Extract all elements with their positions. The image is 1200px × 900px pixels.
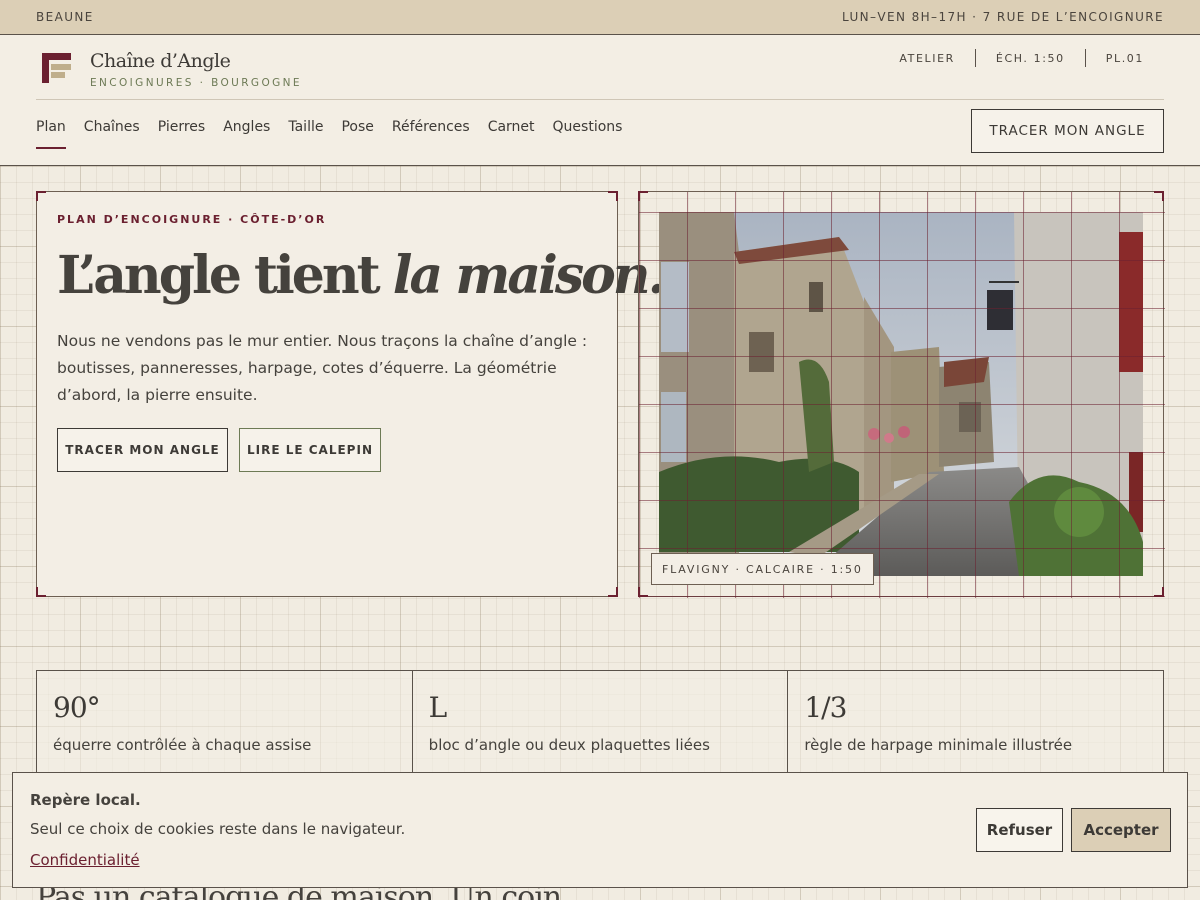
hero-title-italic: la maison.	[392, 245, 666, 306]
meta-scale: ÉCH. 1:50	[995, 51, 1065, 65]
village-street-photo	[659, 212, 1143, 576]
corner-mark-icon	[608, 191, 618, 201]
nav-item-pose[interactable]: Pose	[341, 119, 373, 149]
nav-item-angles[interactable]: Angles	[223, 119, 270, 149]
header-cta-button[interactable]: TRACER MON ANGLE	[971, 109, 1164, 153]
nav-item-chaines[interactable]: Chaînes	[84, 119, 140, 149]
logo-icon	[42, 53, 72, 85]
hero-description: Nous ne vendons pas le mur entier. Nous …	[57, 332, 588, 404]
hero-photo-panel: FLAVIGNY · CALCAIRE · 1:50	[638, 191, 1165, 598]
corner-mark-icon	[608, 587, 618, 597]
stat-value: 90°	[53, 691, 101, 724]
hero-actions: TRACER MON ANGLE LIRE LE CALEPIN	[57, 428, 381, 472]
corner-mark-icon	[1154, 587, 1164, 597]
top-info-bar: BEAUNE LUN–VEN 8H–17H · 7 RUE DE L’ENCOI…	[0, 0, 1200, 35]
nav-item-questions[interactable]: Questions	[553, 119, 623, 149]
brand-logo-link[interactable]: Chaîne d’Angle ENCOIGNURES · BOURGOGNE	[42, 51, 302, 89]
stat-label: équerre contrôlée à chaque assise	[53, 736, 312, 754]
stat-value: 1/3	[804, 691, 847, 724]
read-calepin-button[interactable]: LIRE LE CALEPIN	[239, 428, 381, 472]
meta-atelier: ATELIER	[899, 51, 955, 65]
site-header: Chaîne d’Angle ENCOIGNURES · BOURGOGNE A…	[0, 35, 1200, 166]
main-nav: Plan Chaînes Pierres Angles Taille Pose …	[36, 119, 640, 149]
nav-item-carnet[interactable]: Carnet	[488, 119, 535, 149]
corner-mark-icon	[1154, 191, 1164, 201]
corner-mark-icon	[36, 191, 46, 201]
stat-value: L	[428, 691, 448, 724]
brand-name: Chaîne d’Angle	[90, 50, 231, 72]
nav-item-taille[interactable]: Taille	[288, 119, 323, 149]
header-divider	[36, 99, 1164, 100]
corner-mark-icon	[36, 587, 46, 597]
photo-caption: FLAVIGNY · CALCAIRE · 1:50	[651, 553, 874, 585]
accept-cookies-button[interactable]: Accepter	[1071, 808, 1171, 852]
corner-mark-icon	[638, 191, 648, 201]
stat-label: bloc d’angle ou deux plaquettes liées	[428, 736, 710, 754]
hero-title-plain: L’angle tient	[57, 245, 393, 306]
nav-item-pierres[interactable]: Pierres	[158, 119, 206, 149]
hero-panel: PLAN D’ENCOIGNURE · CÔTE-D’OR L’angle ti…	[36, 191, 666, 597]
nav-item-references[interactable]: Références	[392, 119, 470, 149]
stat-label: règle de harpage minimale illustrée	[804, 736, 1073, 754]
city-label: BEAUNE	[36, 10, 94, 24]
cookie-title: Repère local.	[30, 791, 141, 809]
nav-item-plan[interactable]: Plan	[36, 119, 66, 149]
hero-title: L’angle tient la maison.	[57, 245, 666, 306]
trace-angle-button[interactable]: TRACER MON ANGLE	[57, 428, 228, 472]
plan-meta: ATELIER ÉCH. 1:50 PL.01	[879, 49, 1164, 67]
cookie-banner: Repère local. Seul ce choix de cookies r…	[12, 772, 1188, 888]
hero-eyebrow: PLAN D’ENCOIGNURE · CÔTE-D’OR	[57, 213, 327, 226]
refuse-cookies-button[interactable]: Refuser	[976, 808, 1063, 852]
cookie-text: Seul ce choix de cookies reste dans le n…	[30, 820, 406, 838]
corner-mark-icon	[638, 587, 648, 597]
meta-plate: PL.01	[1105, 51, 1144, 65]
opening-hours: LUN–VEN 8H–17H · 7 RUE DE L’ENCOIGNURE	[841, 10, 1164, 24]
brand-tagline: ENCOIGNURES · BOURGOGNE	[90, 76, 302, 89]
privacy-link[interactable]: Confidentialité	[30, 851, 140, 869]
